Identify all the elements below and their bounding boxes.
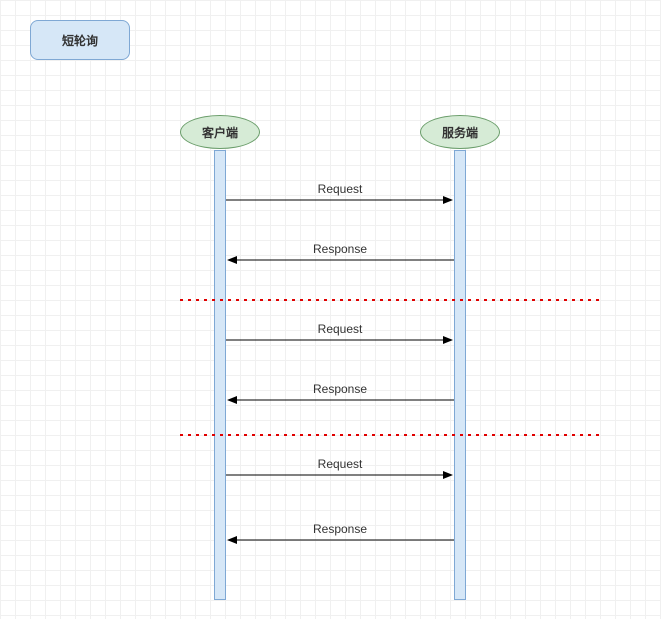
diagram-title: 短轮询 — [30, 20, 130, 60]
participant-server-label: 服务端 — [442, 124, 478, 141]
message-label-4: Request — [318, 457, 363, 471]
message-label-3: Response — [313, 382, 367, 396]
message-label-5: Response — [313, 522, 367, 536]
participant-client: 客户端 — [180, 115, 260, 149]
message-label-0: Request — [318, 182, 363, 196]
lifeline-server — [454, 150, 466, 600]
lifeline-client — [214, 150, 226, 600]
participant-server: 服务端 — [420, 115, 500, 149]
participant-client-label: 客户端 — [202, 124, 238, 141]
message-label-1: Response — [313, 242, 367, 256]
message-label-2: Request — [318, 322, 363, 336]
